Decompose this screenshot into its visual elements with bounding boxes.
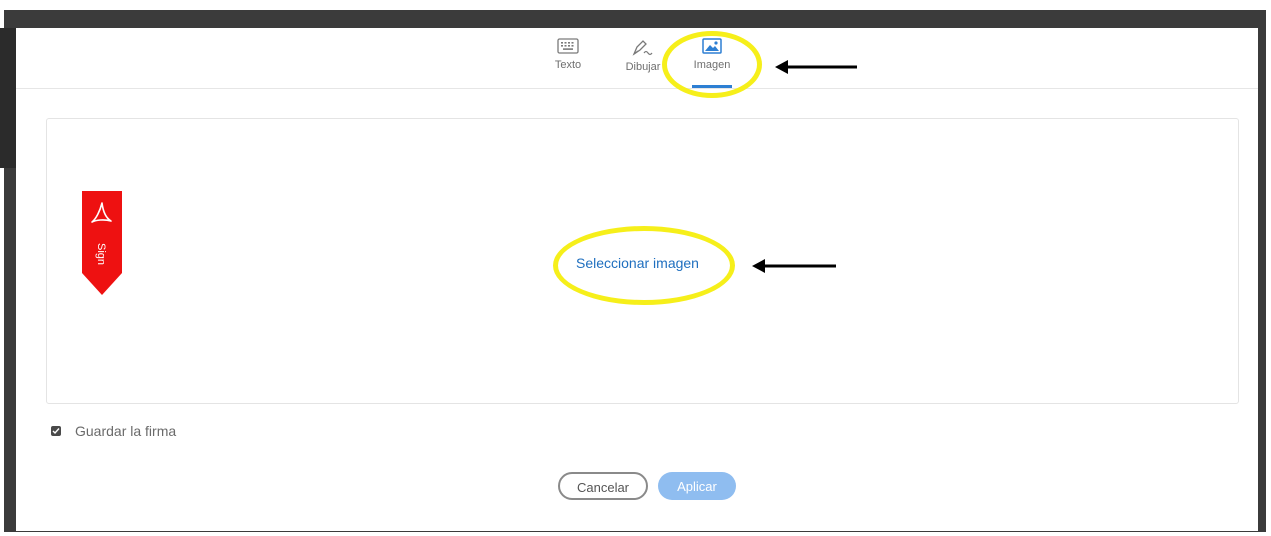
image-drop-panel[interactable]: Sign Seleccionar imagen [46, 118, 1239, 404]
sign-ribbon: Sign [82, 191, 122, 302]
apply-button[interactable]: Aplicar [658, 472, 736, 500]
select-image-link[interactable]: Seleccionar imagen [576, 255, 699, 271]
image-icon [682, 38, 742, 54]
check-icon [52, 428, 60, 435]
background-document-edge [0, 28, 16, 168]
tab-dibujar-label: Dibujar [625, 61, 661, 73]
tab-texto[interactable]: Texto [546, 38, 590, 88]
signature-dialog: Texto Dibujar Imagen Sign Seleccionar im… [16, 28, 1258, 531]
keyboard-icon [546, 38, 590, 54]
cancel-button[interactable]: Cancelar [558, 472, 648, 500]
signature-type-tabs: Texto Dibujar Imagen [16, 28, 1258, 89]
tab-imagen-label: Imagen [693, 59, 731, 71]
pen-draw-icon [618, 38, 668, 56]
save-signature-checkbox[interactable] [51, 426, 61, 436]
ribbon-sign-text: Sign [95, 243, 107, 265]
tab-dibujar[interactable]: Dibujar [618, 38, 668, 88]
save-signature-label: Guardar la firma [75, 423, 177, 439]
tab-imagen[interactable]: Imagen [682, 38, 742, 88]
tab-texto-label: Texto [554, 59, 582, 71]
active-tab-indicator [692, 85, 732, 88]
